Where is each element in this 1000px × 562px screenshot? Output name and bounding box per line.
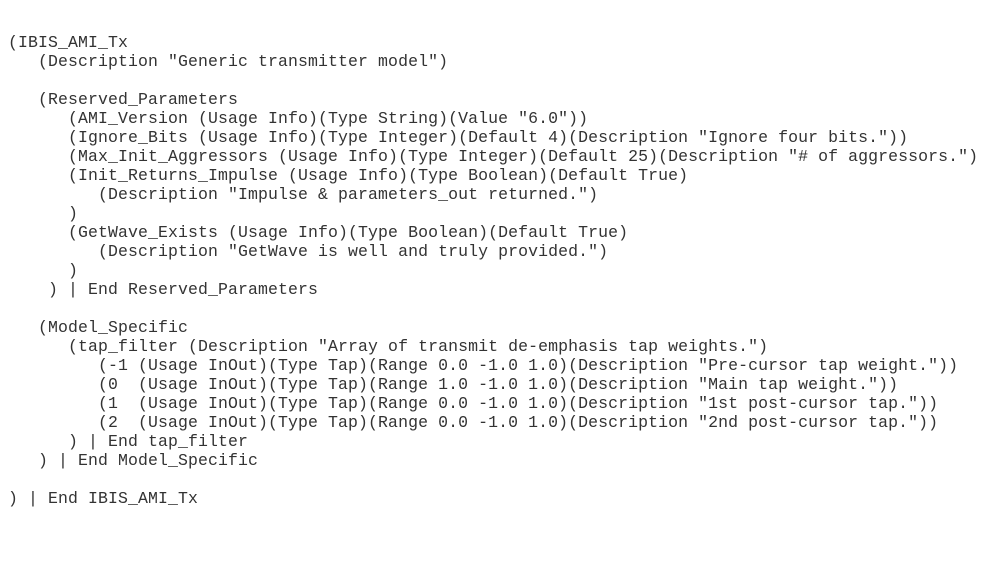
code-line-tap-filter-close: ) | End tap_filter (8, 432, 249, 451)
code-line-reserved-parameters-close: ) | End Reserved_Parameters (8, 280, 319, 299)
code-line-init-returns-impulse: (Init_Returns_Impulse (Usage Info)(Type … (8, 166, 689, 185)
code-line-getwave-exists: (GetWave_Exists (Usage Info)(Type Boolea… (8, 223, 629, 242)
code-line-tap-filter-open: (tap_filter (Description "Array of trans… (8, 337, 769, 356)
ibis-ami-code-listing: (IBIS_AMI_Tx (Description "Generic trans… (8, 33, 978, 508)
code-line-ibis-ami-tx-close: ) | End IBIS_AMI_Tx (8, 489, 199, 508)
code-line-ignore-bits: (Ignore_Bits (Usage Info)(Type Integer)(… (8, 128, 909, 147)
code-line-max-init-aggressors: (Max_Init_Aggressors (Usage Info)(Type I… (8, 147, 979, 166)
code-line-tap-1: (1 (Usage InOut)(Type Tap)(Range 0.0 -1.… (8, 394, 939, 413)
code-line-tap-0: (0 (Usage InOut)(Type Tap)(Range 1.0 -1.… (8, 375, 899, 394)
code-line-ibis-ami-tx-open: (IBIS_AMI_Tx (8, 33, 129, 52)
code-line-init-returns-impulse-description: (Description "Impulse & parameters_out r… (8, 185, 599, 204)
code-line-ami-version: (AMI_Version (Usage Info)(Type String)(V… (8, 109, 589, 128)
code-line-getwave-exists-close: ) (8, 261, 79, 280)
code-line-model-specific-close: ) | End Model_Specific (8, 451, 259, 470)
code-line-tap-minus-1: (-1 (Usage InOut)(Type Tap)(Range 0.0 -1… (8, 356, 959, 375)
code-line-reserved-parameters-open: (Reserved_Parameters (8, 90, 239, 109)
code-line-tap-2: (2 (Usage InOut)(Type Tap)(Range 0.0 -1.… (8, 413, 939, 432)
code-line-getwave-exists-description: (Description "GetWave is well and truly … (8, 242, 609, 261)
code-line-description: (Description "Generic transmitter model"… (8, 52, 449, 71)
code-line-model-specific-open: (Model_Specific (8, 318, 189, 337)
code-line-init-returns-impulse-close: ) (8, 204, 79, 223)
